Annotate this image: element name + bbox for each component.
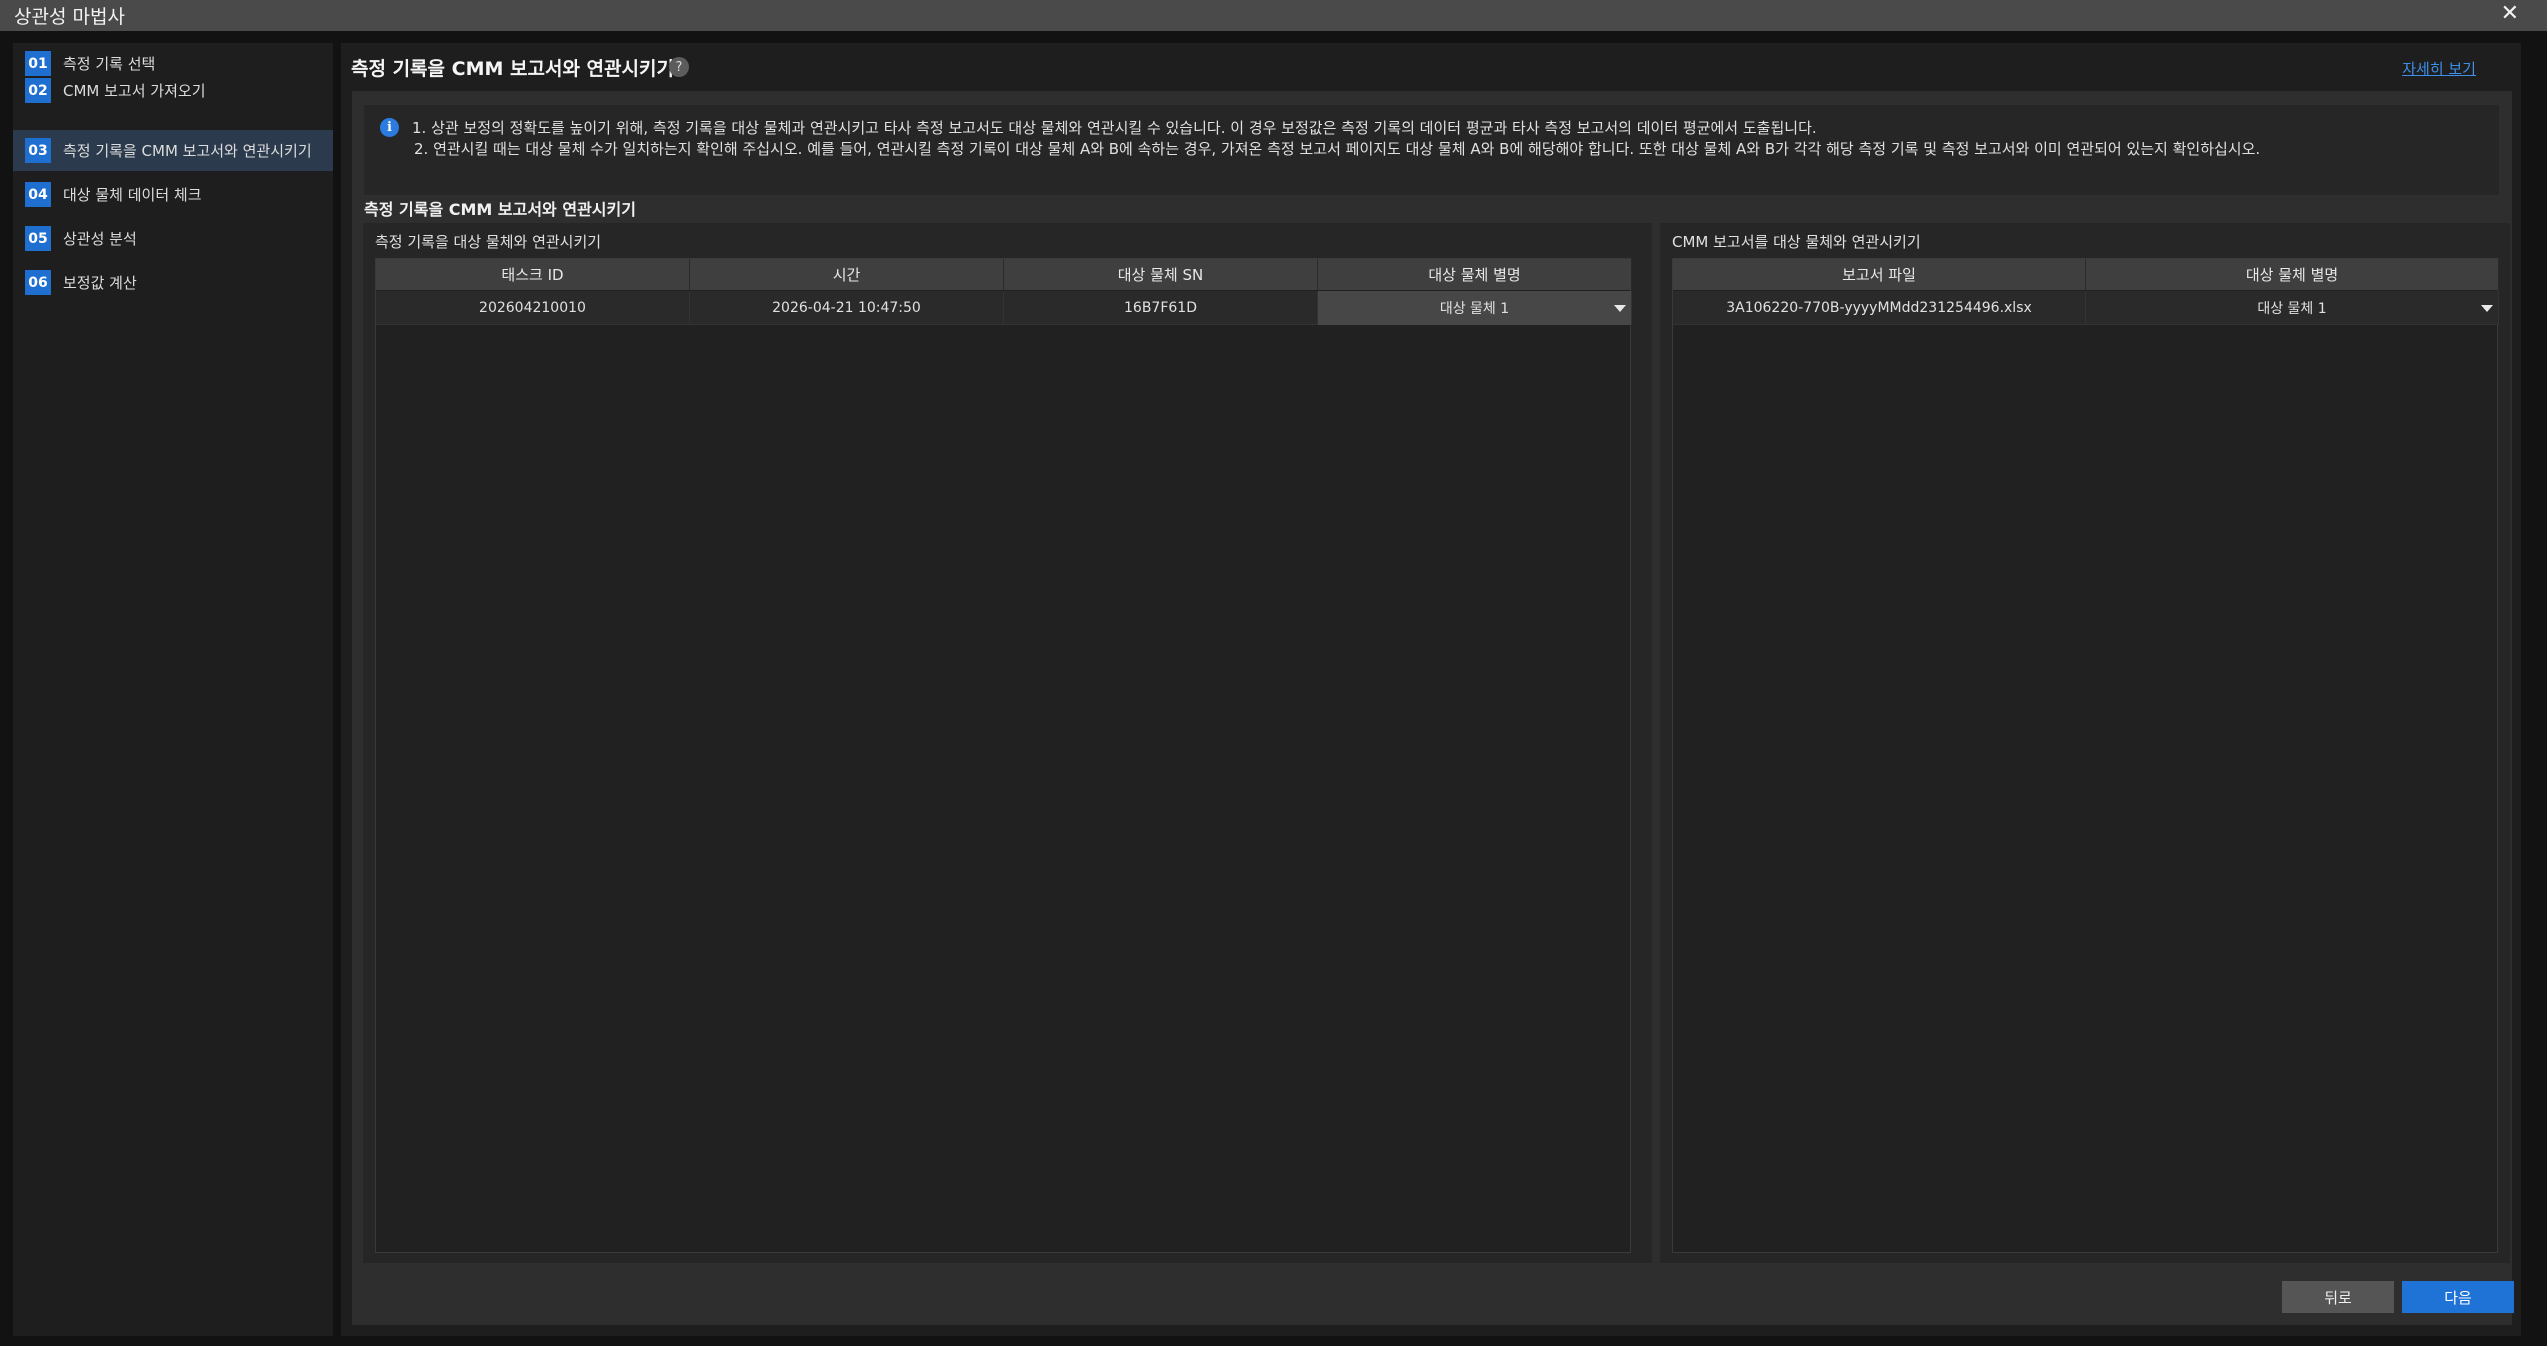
step-label: CMM 보고서 가져오기 bbox=[63, 82, 206, 100]
step-number: 05 bbox=[25, 226, 51, 251]
details-link[interactable]: 자세히 보기 bbox=[2402, 58, 2476, 79]
records-panel: 측정 기록을 대상 물체와 연관시키기 태스크 ID 시간 대상 물체 SN 대… bbox=[363, 223, 1652, 1263]
alias-dropdown[interactable]: 대상 물체 1 bbox=[2086, 291, 2499, 325]
step-label: 측정 기록을 CMM 보고서와 연관시키기 bbox=[63, 142, 312, 160]
step-correlation-analysis[interactable]: 05 상관성 분석 bbox=[13, 218, 333, 259]
step-associate-records[interactable]: 03 측정 기록을 CMM 보고서와 연관시키기 bbox=[13, 130, 333, 171]
table-header: 태스크 ID 시간 대상 물체 SN 대상 물체 별명 bbox=[376, 259, 1632, 290]
main-area: 측정 기록을 CMM 보고서와 연관시키기 ? 자세히 보기 i 1. 상관 보… bbox=[341, 43, 2521, 1336]
window-title: 상관성 마법사 bbox=[14, 6, 125, 28]
cmm-report-panel: CMM 보고서를 대상 물체와 연관시키기 보고서 파일 대상 물체 별명 3A… bbox=[1660, 223, 2510, 1263]
step-calculate-correction[interactable]: 06 보정값 계산 bbox=[13, 262, 333, 303]
step-label: 대상 물체 데이터 체크 bbox=[63, 186, 202, 204]
cmm-report-table: 보고서 파일 대상 물체 별명 3A106220-770B-yyyyMMdd23… bbox=[1672, 258, 2499, 1253]
info-line-2: 2. 연관시킬 때는 대상 물체 수가 일치하는지 확인해 주십시오. 예를 들… bbox=[414, 140, 2261, 158]
cell-sn: 16B7F61D bbox=[1004, 291, 1318, 325]
cell-report-file: 3A106220-770B-yyyyMMdd231254496.xlsx bbox=[1673, 291, 2086, 325]
step-number: 03 bbox=[25, 138, 51, 163]
records-panel-title: 측정 기록을 대상 물체와 연관시키기 bbox=[375, 233, 602, 251]
section-title: 측정 기록을 CMM 보고서와 연관시키기 bbox=[364, 200, 636, 219]
step-import-cmm-report[interactable]: 02 CMM 보고서 가져오기 bbox=[13, 70, 333, 111]
table-header: 보고서 파일 대상 물체 별명 bbox=[1673, 259, 2499, 290]
step-check-object-data[interactable]: 04 대상 물체 데이터 체크 bbox=[13, 174, 333, 215]
alias-dropdown[interactable]: 대상 물체 1 bbox=[1318, 291, 1632, 325]
next-button[interactable]: 다음 bbox=[2402, 1281, 2514, 1313]
cmm-report-panel-title: CMM 보고서를 대상 물체와 연관시키기 bbox=[1672, 233, 1921, 251]
alias-dropdown-value: 대상 물체 1 bbox=[1439, 301, 1510, 317]
column-header-sn[interactable]: 대상 물체 SN bbox=[1004, 259, 1318, 290]
wizard-steps-sidebar: 01 측정 기록 선택 02 CMM 보고서 가져오기 03 측정 기록을 CM… bbox=[13, 43, 333, 1336]
cell-time: 2026-04-21 10:47:50 bbox=[690, 291, 1004, 325]
cell-task-id: 202604210010 bbox=[376, 291, 690, 325]
page-title: 측정 기록을 CMM 보고서와 연관시키기 bbox=[351, 58, 674, 80]
back-button[interactable]: 뒤로 bbox=[2282, 1281, 2394, 1313]
step-label: 상관성 분석 bbox=[63, 230, 137, 248]
help-icon[interactable]: ? bbox=[669, 57, 689, 77]
title-bar: 상관성 마법사 ✕ bbox=[0, 0, 2547, 31]
column-header-report-file[interactable]: 보고서 파일 bbox=[1673, 259, 2086, 290]
column-header-task-id[interactable]: 태스크 ID bbox=[376, 259, 690, 290]
step-number: 06 bbox=[25, 270, 51, 295]
column-header-alias[interactable]: 대상 물체 별명 bbox=[2086, 259, 2499, 290]
step-number: 04 bbox=[25, 182, 51, 207]
close-icon[interactable]: ✕ bbox=[2501, 0, 2519, 28]
column-header-alias[interactable]: 대상 물체 별명 bbox=[1318, 259, 1632, 290]
step-label: 보정값 계산 bbox=[63, 274, 137, 292]
alias-dropdown-value: 대상 물체 1 bbox=[2257, 301, 2327, 317]
content-area: i 1. 상관 보정의 정확도를 높이기 위해, 측정 기록을 대상 물체과 연… bbox=[352, 91, 2512, 1311]
info-box: i 1. 상관 보정의 정확도를 높이기 위해, 측정 기록을 대상 물체과 연… bbox=[364, 105, 2499, 195]
column-header-time[interactable]: 시간 bbox=[690, 259, 1004, 290]
chevron-down-icon[interactable] bbox=[1614, 305, 1626, 312]
table-row[interactable]: 3A106220-770B-yyyyMMdd231254496.xlsx 대상 … bbox=[1673, 291, 2499, 325]
records-table: 태스크 ID 시간 대상 물체 SN 대상 물체 별명 202604210010… bbox=[375, 258, 1632, 1253]
chevron-down-icon[interactable] bbox=[2481, 305, 2493, 312]
info-line-1: 1. 상관 보정의 정확도를 높이기 위해, 측정 기록을 대상 물체과 연관시… bbox=[412, 119, 1817, 137]
step-number: 02 bbox=[25, 78, 51, 103]
info-icon: i bbox=[380, 118, 399, 137]
table-row[interactable]: 202604210010 2026-04-21 10:47:50 16B7F61… bbox=[376, 291, 1632, 325]
footer-bar: 뒤로 다음 bbox=[352, 1270, 2514, 1325]
